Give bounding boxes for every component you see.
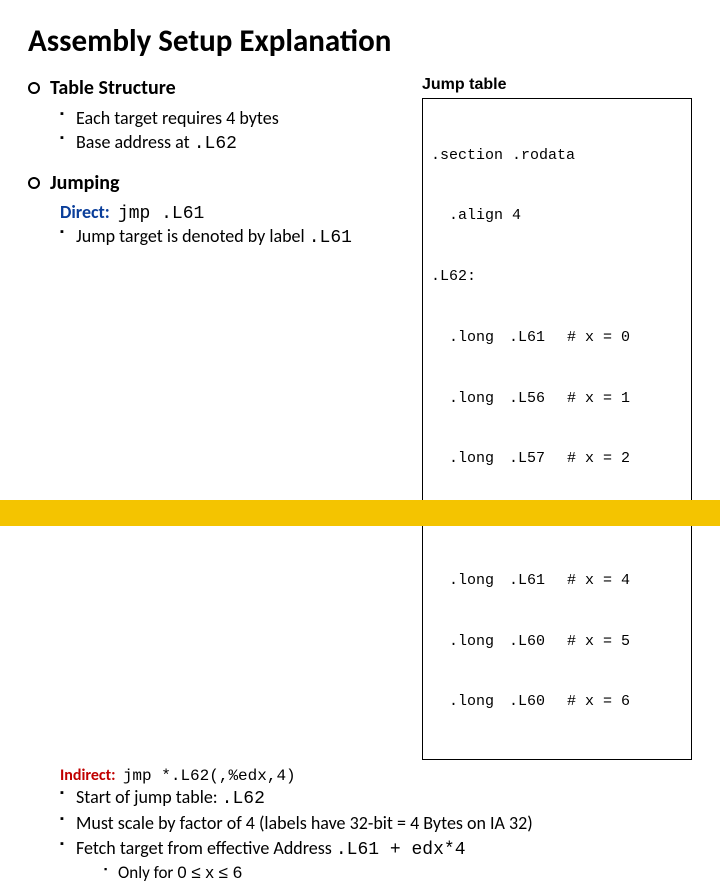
direct-bullet-1: Jump target is denoted by label .L61 bbox=[60, 224, 404, 250]
jt-line-l62: .L62: bbox=[431, 267, 683, 287]
jump-table-box: .section .rodata .align 4 .L62: .long.L6… bbox=[422, 98, 692, 760]
bullet-ring-icon bbox=[28, 82, 40, 94]
heading-jumping: Jumping bbox=[50, 171, 119, 195]
jt-line-section: .section .rodata bbox=[431, 146, 683, 166]
indirect-bullet-1: Start of jump table: .L62 bbox=[60, 785, 692, 811]
ts-bullet-1: Each target requires 4 bytes bbox=[60, 106, 404, 130]
jt-row-2: .long.L57# x = 2 bbox=[431, 449, 683, 469]
indirect-subbullet: Only for 0 ≤ x ≤ 6 bbox=[104, 862, 692, 885]
bullet-ring-icon bbox=[28, 177, 40, 189]
jt-line-align: .align 4 bbox=[431, 206, 683, 226]
jt-row-6: .long.L60# x = 6 bbox=[431, 692, 683, 712]
heading-table-structure: Table Structure bbox=[50, 76, 176, 100]
jt-row-1: .long.L56# x = 1 bbox=[431, 389, 683, 409]
indirect-line: Indirect: jmp *.L62(,%edx,4) bbox=[60, 766, 692, 785]
slide-title: Assembly Setup Explanation bbox=[28, 22, 692, 60]
indirect-bullet-3: Fetch target from effective Address .L61… bbox=[60, 836, 692, 885]
jump-table-label: Jump table bbox=[422, 76, 692, 94]
jt-row-0: .long.L61# x = 0 bbox=[431, 328, 683, 348]
direct-line: Direct: jmp .L61 bbox=[60, 201, 404, 224]
jt-row-4: .long.L61# x = 4 bbox=[431, 571, 683, 591]
ts-bullet-2: Base address at .L62 bbox=[60, 130, 404, 156]
indirect-bullet-2: Must scale by factor of 4 (labels have 3… bbox=[60, 811, 692, 835]
section-jumping: Jumping bbox=[28, 171, 404, 195]
section-table-structure: Table Structure bbox=[28, 76, 404, 100]
jt-row-5: .long.L60# x = 5 bbox=[431, 632, 683, 652]
footer-bar bbox=[0, 500, 720, 526]
